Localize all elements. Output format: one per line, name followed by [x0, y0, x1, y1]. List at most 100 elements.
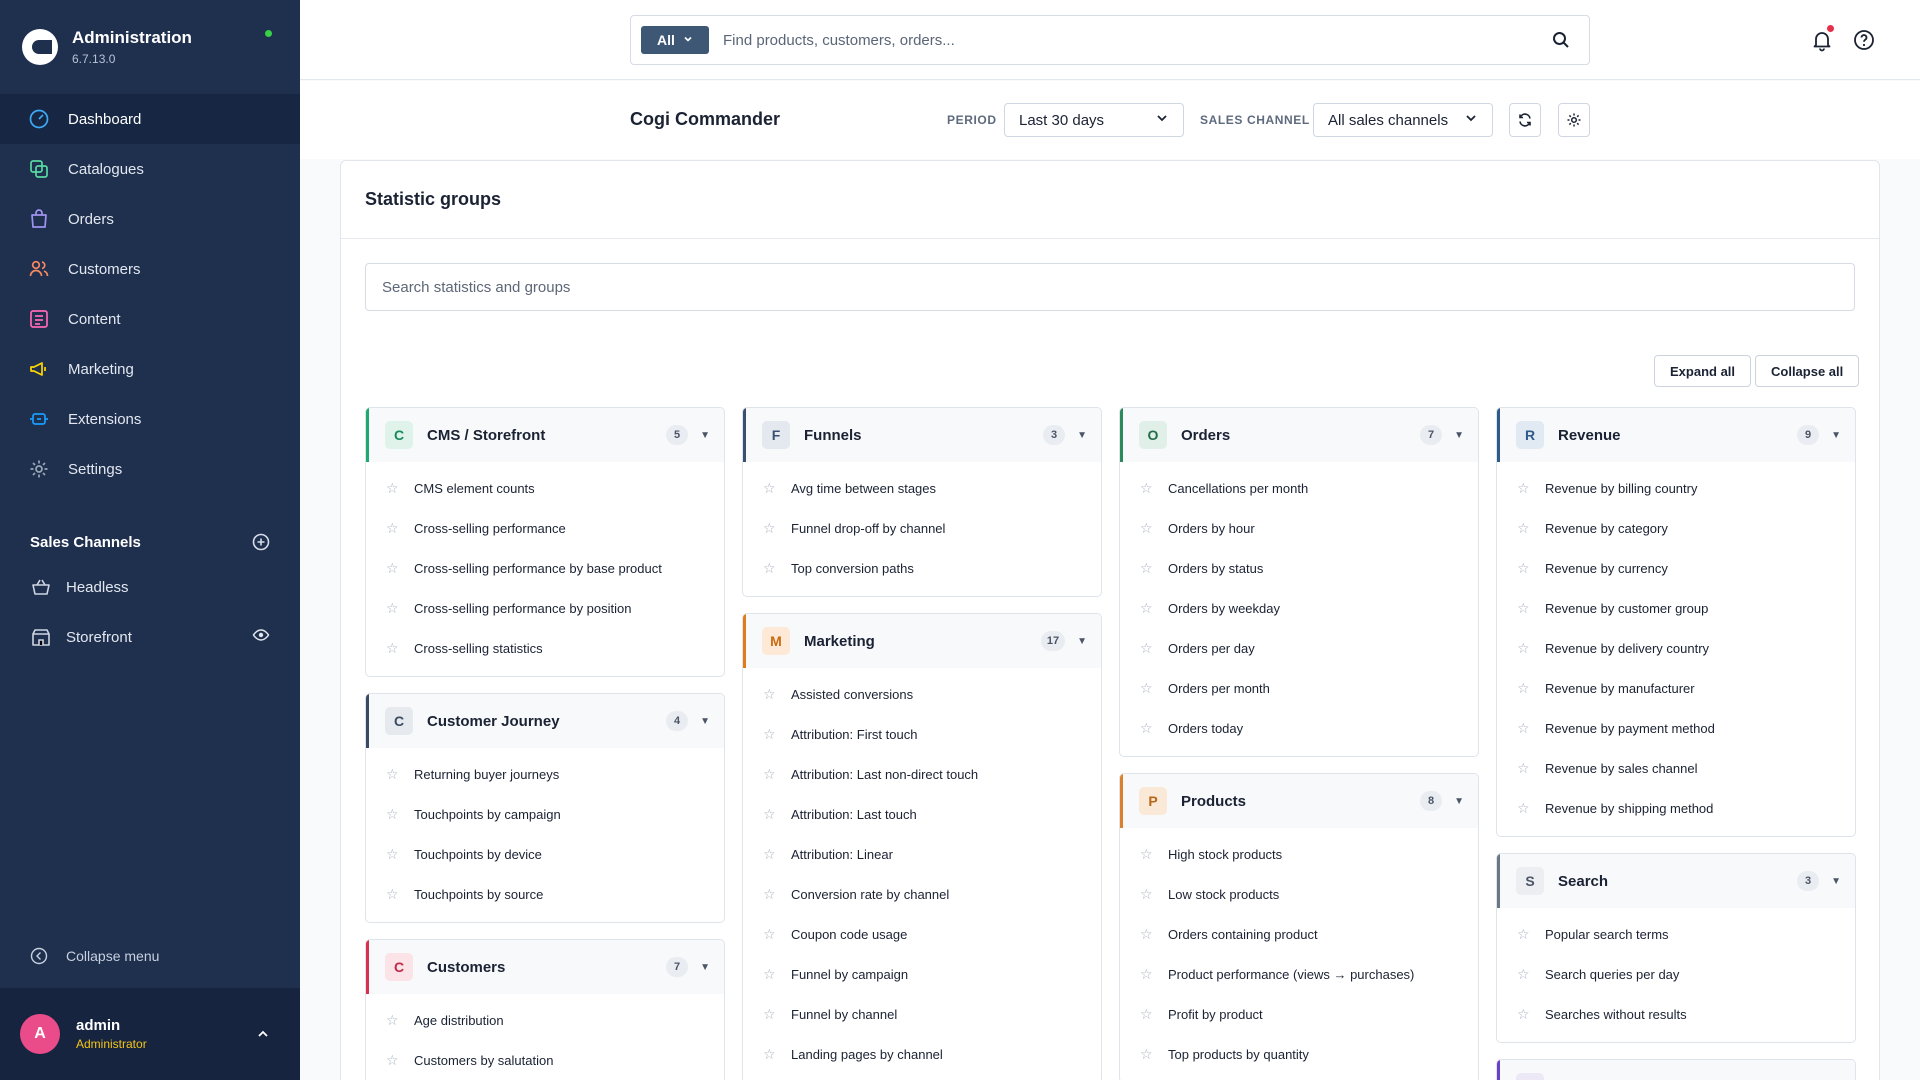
caret-down-icon[interactable]: ▼	[700, 962, 710, 973]
group-header[interactable]: O Orders 7 ▼	[1120, 408, 1478, 462]
statistic-item[interactable]: ☆ Top products by quantity	[1120, 1034, 1478, 1074]
caret-down-icon[interactable]: ▼	[1454, 796, 1464, 807]
statistic-item[interactable]: ☆ Orders per month	[1120, 668, 1478, 708]
statistic-item[interactable]: ☆ Coupon code usage	[743, 914, 1101, 954]
statistic-item[interactable]: ☆ Attribution: First touch	[743, 714, 1101, 754]
star-icon[interactable]: ☆	[386, 640, 400, 657]
star-icon[interactable]: ☆	[763, 726, 777, 743]
statistic-item[interactable]: ☆ Age distribution	[366, 1000, 724, 1040]
statistic-item[interactable]: ☆ Revenue by delivery country	[1497, 628, 1855, 668]
group-header[interactable]: S Search 3 ▼	[1497, 854, 1855, 908]
statistic-item[interactable]: ☆ Returning buyer journeys	[366, 754, 724, 794]
star-icon[interactable]: ☆	[1140, 640, 1154, 657]
star-icon[interactable]: ☆	[1140, 1006, 1154, 1023]
statistic-item[interactable]: ☆ Orders today	[1120, 708, 1478, 748]
statistic-item[interactable]: ☆ Touchpoints by campaign	[366, 794, 724, 834]
statistic-item[interactable]: ☆ Revenue by manufacturer	[1497, 668, 1855, 708]
caret-down-icon[interactable]: ▼	[1454, 430, 1464, 441]
statistic-item[interactable]: ☆ Revenue by sales channel	[1497, 748, 1855, 788]
star-icon[interactable]: ☆	[1140, 1046, 1154, 1063]
statistic-item[interactable]: ☆ Popular search terms	[1497, 914, 1855, 954]
star-icon[interactable]: ☆	[763, 686, 777, 703]
group-header[interactable]: F Funnels 3 ▼	[743, 408, 1101, 462]
star-icon[interactable]: ☆	[1517, 800, 1531, 817]
star-icon[interactable]: ☆	[1517, 480, 1531, 497]
star-icon[interactable]: ☆	[1140, 846, 1154, 863]
star-icon[interactable]: ☆	[763, 480, 777, 497]
caret-down-icon[interactable]: ▼	[700, 716, 710, 727]
statistic-item[interactable]: ☆ Attribution: Last touch	[743, 794, 1101, 834]
statistic-item[interactable]: ☆ Cross-selling statistics	[366, 628, 724, 668]
statistic-item[interactable]: ☆ Attribution: Last non-direct touch	[743, 754, 1101, 794]
dashboard-settings-button[interactable]	[1558, 103, 1590, 137]
search-icon[interactable]	[1551, 30, 1571, 50]
star-icon[interactable]: ☆	[1517, 966, 1531, 983]
statistic-item[interactable]: ☆ Top conversion paths	[743, 548, 1101, 588]
star-icon[interactable]: ☆	[386, 886, 400, 903]
statistic-item[interactable]: ☆ Revenue by payment method	[1497, 708, 1855, 748]
star-icon[interactable]: ☆	[386, 480, 400, 497]
caret-down-icon[interactable]: ▼	[700, 430, 710, 441]
global-search-input[interactable]	[723, 20, 1551, 60]
star-icon[interactable]: ☆	[763, 846, 777, 863]
collapse-menu-button[interactable]: Collapse menu	[0, 936, 300, 976]
shopware-logo-icon[interactable]	[22, 29, 58, 65]
star-icon[interactable]: ☆	[1517, 600, 1531, 617]
star-icon[interactable]: ☆	[386, 806, 400, 823]
statistic-item[interactable]: ☆ Funnel drop-off by channel	[743, 508, 1101, 548]
statistic-item[interactable]: ☆ Orders by status	[1120, 548, 1478, 588]
group-header[interactable]: R Revenue 9 ▼	[1497, 408, 1855, 462]
sidebar-item-dashboard[interactable]: Dashboard	[0, 94, 300, 144]
caret-down-icon[interactable]: ▼	[1077, 430, 1087, 441]
statistics-search-input[interactable]	[365, 263, 1855, 311]
group-header[interactable]: M Marketing 17 ▼	[743, 614, 1101, 668]
star-icon[interactable]: ☆	[386, 1052, 400, 1069]
statistic-item[interactable]: ☆ Product performance (views → purchases)	[1120, 954, 1478, 994]
star-icon[interactable]: ☆	[1140, 520, 1154, 537]
star-icon[interactable]: ☆	[1140, 926, 1154, 943]
star-icon[interactable]: ☆	[386, 766, 400, 783]
collapse-all-button[interactable]: Collapse all	[1755, 355, 1860, 387]
group-header[interactable]: C CMS / Storefront 5 ▼	[366, 408, 724, 462]
star-icon[interactable]: ☆	[763, 766, 777, 783]
statistic-item[interactable]: ☆ Orders by weekday	[1120, 588, 1478, 628]
star-icon[interactable]: ☆	[1517, 1006, 1531, 1023]
statistic-item[interactable]: ☆ Orders by hour	[1120, 508, 1478, 548]
star-icon[interactable]: ☆	[763, 806, 777, 823]
star-icon[interactable]: ☆	[1140, 480, 1154, 497]
caret-down-icon[interactable]: ▼	[1831, 876, 1841, 887]
star-icon[interactable]: ☆	[1517, 720, 1531, 737]
sidebar-item-settings[interactable]: Settings	[0, 444, 300, 494]
sidebar-item-content[interactable]: Content	[0, 294, 300, 344]
statistic-item[interactable]: ☆ High stock products	[1120, 834, 1478, 874]
sales-channel-storefront[interactable]: Storefront	[0, 612, 300, 662]
statistic-item[interactable]: ☆ Attribution: Linear	[743, 834, 1101, 874]
statistic-item[interactable]: ☆ Avg time between stages	[743, 468, 1101, 508]
star-icon[interactable]: ☆	[1140, 560, 1154, 577]
statistic-item[interactable]: ☆ Touchpoints by source	[366, 874, 724, 914]
star-icon[interactable]: ☆	[763, 520, 777, 537]
star-icon[interactable]: ☆	[1517, 560, 1531, 577]
star-icon[interactable]: ☆	[386, 1012, 400, 1029]
statistic-item[interactable]: ☆ Search queries per day	[1497, 954, 1855, 994]
star-icon[interactable]: ☆	[1140, 600, 1154, 617]
star-icon[interactable]: ☆	[386, 520, 400, 537]
statistic-item[interactable]: ☆ CMS element counts	[366, 468, 724, 508]
statistic-item[interactable]: ☆ Cancellations per month	[1120, 468, 1478, 508]
statistic-item[interactable]: ☆ Funnel by campaign	[743, 954, 1101, 994]
star-icon[interactable]: ☆	[763, 1006, 777, 1023]
caret-down-icon[interactable]: ▼	[1831, 430, 1841, 441]
statistic-item[interactable]: ☆ Revenue by category	[1497, 508, 1855, 548]
group-header[interactable]: P Products 8 ▼	[1120, 774, 1478, 828]
statistic-item[interactable]: ☆ Landing pages by channel	[743, 1034, 1101, 1074]
sales-channel-headless[interactable]: Headless	[0, 562, 300, 612]
statistic-item[interactable]: ☆ Cross-selling performance	[366, 508, 724, 548]
star-icon[interactable]: ☆	[1140, 680, 1154, 697]
statistic-item[interactable]: ☆ Conversion rate by channel	[743, 874, 1101, 914]
statistic-item[interactable]: ☆ Funnel by channel	[743, 994, 1101, 1034]
sidebar-item-catalogues[interactable]: Catalogues	[0, 144, 300, 194]
group-header[interactable]: C Customer Journey 4 ▼	[366, 694, 724, 748]
sidebar-item-marketing[interactable]: Marketing	[0, 344, 300, 394]
statistic-item[interactable]: ☆ Revenue by currency	[1497, 548, 1855, 588]
user-menu[interactable]: A admin Administrator	[0, 988, 300, 1080]
